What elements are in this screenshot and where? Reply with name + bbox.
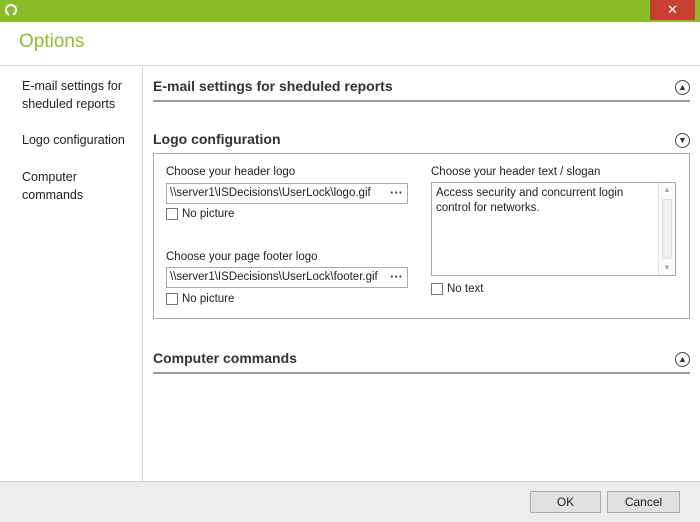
header-no-picture-checkbox[interactable]: No picture — [166, 207, 234, 221]
browse-header-logo-button[interactable]: ··· — [390, 185, 403, 200]
cancel-button[interactable]: Cancel — [607, 491, 680, 513]
title-bar: ✕ — [0, 0, 700, 22]
sidebar-item-logo-configuration[interactable]: Logo configuration — [22, 131, 137, 149]
close-button[interactable]: ✕ — [650, 0, 695, 20]
checkbox-box[interactable] — [431, 283, 443, 295]
main-panel: E-mail settings for sheduled reports ▲ L… — [144, 67, 700, 481]
checkbox-box[interactable] — [166, 208, 178, 220]
checkbox-label: No picture — [182, 208, 235, 220]
header-logo-path-field[interactable]: \\server1\ISDecisions\UserLock\logo.gif … — [166, 183, 408, 204]
scroll-down-icon[interactable]: ▼ — [659, 261, 675, 275]
slogan-text: Access security and concurrent login con… — [436, 187, 624, 214]
header: Options — [0, 22, 700, 66]
sidebar-item-label: Logo configuration — [22, 133, 125, 147]
section-title: E-mail settings for sheduled reports — [153, 78, 393, 94]
browse-footer-logo-button[interactable]: ··· — [390, 269, 403, 284]
header-logo-path-value: \\server1\ISDecisions\UserLock\logo.gif — [170, 187, 371, 199]
no-text-checkbox[interactable]: No text — [431, 282, 483, 296]
sidebar: E-mail settings for sheduled reports Log… — [0, 67, 143, 481]
section-title: Computer commands — [153, 350, 297, 366]
slogan-textarea[interactable]: Access security and concurrent login con… — [431, 182, 676, 276]
sidebar-item-label: sheduled reports — [22, 97, 116, 111]
sidebar-item-label: Computer — [22, 170, 77, 184]
section-computer-commands: Computer commands ▲ — [153, 342, 690, 374]
chevron-up-icon[interactable]: ▲ — [675, 352, 690, 367]
footer-logo-path-value: \\server1\ISDecisions\UserLock\footer.gi… — [170, 271, 378, 283]
slogan-label: Choose your header text / slogan — [431, 166, 601, 178]
section-title: Logo configuration — [153, 131, 281, 147]
app-icon — [5, 4, 17, 16]
chevron-down-icon[interactable]: ▼ — [675, 133, 690, 148]
footer-logo-label: Choose your page footer logo — [166, 251, 318, 263]
ok-button[interactable]: OK — [530, 491, 601, 513]
page-title: Options — [19, 31, 85, 52]
checkbox-label: No text — [447, 283, 484, 295]
scroll-up-icon[interactable]: ▲ — [659, 183, 675, 197]
section-email-settings: E-mail settings for sheduled reports ▲ — [153, 70, 690, 102]
checkbox-box[interactable] — [166, 293, 178, 305]
footer-no-picture-checkbox[interactable]: No picture — [166, 292, 234, 306]
logo-configuration-panel: Choose your header logo \\server1\ISDeci… — [153, 153, 690, 319]
sidebar-item-computer-commands[interactable]: Computer commands — [22, 168, 137, 204]
scroll-thumb[interactable] — [662, 199, 672, 259]
footer-logo-path-field[interactable]: \\server1\ISDecisions\UserLock\footer.gi… — [166, 267, 408, 288]
sidebar-item-label: E-mail settings for — [22, 79, 123, 93]
slogan-scrollbar[interactable]: ▲ ▼ — [658, 183, 675, 275]
footer-bar: OK Cancel — [0, 481, 700, 522]
checkbox-label: No picture — [182, 293, 235, 305]
header-logo-label: Choose your header logo — [166, 166, 296, 178]
sidebar-item-email-settings[interactable]: E-mail settings for sheduled reports — [22, 77, 137, 113]
section-logo-configuration: Logo configuration ▼ — [153, 123, 690, 153]
sidebar-item-label: commands — [22, 188, 84, 202]
chevron-up-icon[interactable]: ▲ — [675, 80, 690, 95]
